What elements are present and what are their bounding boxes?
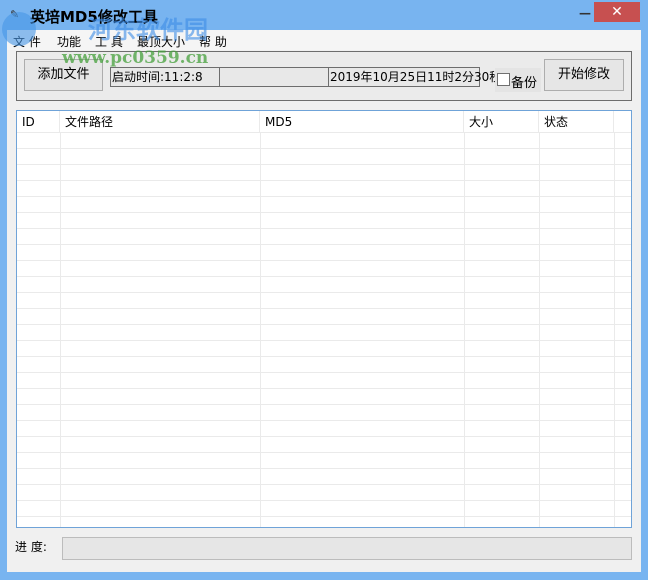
toolbar-group: 添加文件 启动时间:11:2:8 2019年10月25日11时2分30秒 备份 … <box>16 51 632 101</box>
add-file-button[interactable]: 添加文件 <box>24 59 103 91</box>
start-time-field: 启动时间:11:2:8 <box>110 67 220 87</box>
client-area: 文 件 功能 工 具 最顶大小 帮 助 添加文件 启动时间:11:2:8 201… <box>7 30 641 572</box>
menu-help[interactable]: 帮 助 <box>199 33 227 50</box>
column-header-filler <box>614 111 631 133</box>
app-icon: ✎ <box>10 8 20 21</box>
column-divider <box>464 133 465 527</box>
column-divider <box>260 133 261 527</box>
column-header-md5[interactable]: MD5 <box>260 111 464 133</box>
title-bar: ✎ 英培MD5修改工具 — ✕ <box>0 0 648 30</box>
menu-function[interactable]: 功能 <box>57 33 81 50</box>
menu-topmost-size[interactable]: 最顶大小 <box>137 33 185 50</box>
window-title: 英培MD5修改工具 <box>30 8 158 26</box>
file-table[interactable]: ID 文件路径 MD5 大小 状态 <box>16 110 632 528</box>
start-modify-button[interactable]: 开始修改 <box>544 59 624 91</box>
menu-bar: 文 件 功能 工 具 最顶大小 帮 助 <box>7 30 641 50</box>
column-divider <box>614 133 615 527</box>
close-button[interactable]: ✕ <box>594 2 640 22</box>
progress-label: 进 度: <box>15 540 47 554</box>
column-header-path[interactable]: 文件路径 <box>60 111 260 133</box>
menu-file[interactable]: 文 件 <box>13 33 41 50</box>
backup-option[interactable]: 备份 <box>495 68 541 92</box>
column-divider <box>539 133 540 527</box>
backup-label: 备份 <box>511 76 538 91</box>
status-middle-field <box>219 67 329 87</box>
column-header-status[interactable]: 状态 <box>539 111 614 133</box>
menu-tools[interactable]: 工 具 <box>95 33 123 50</box>
column-header-size[interactable]: 大小 <box>464 111 539 133</box>
datetime-field: 2019年10月25日11时2分30秒 <box>328 67 501 87</box>
column-header-id[interactable]: ID <box>17 111 60 133</box>
backup-checkbox[interactable] <box>497 73 510 86</box>
column-divider <box>60 133 61 527</box>
progress-bar <box>62 537 632 560</box>
